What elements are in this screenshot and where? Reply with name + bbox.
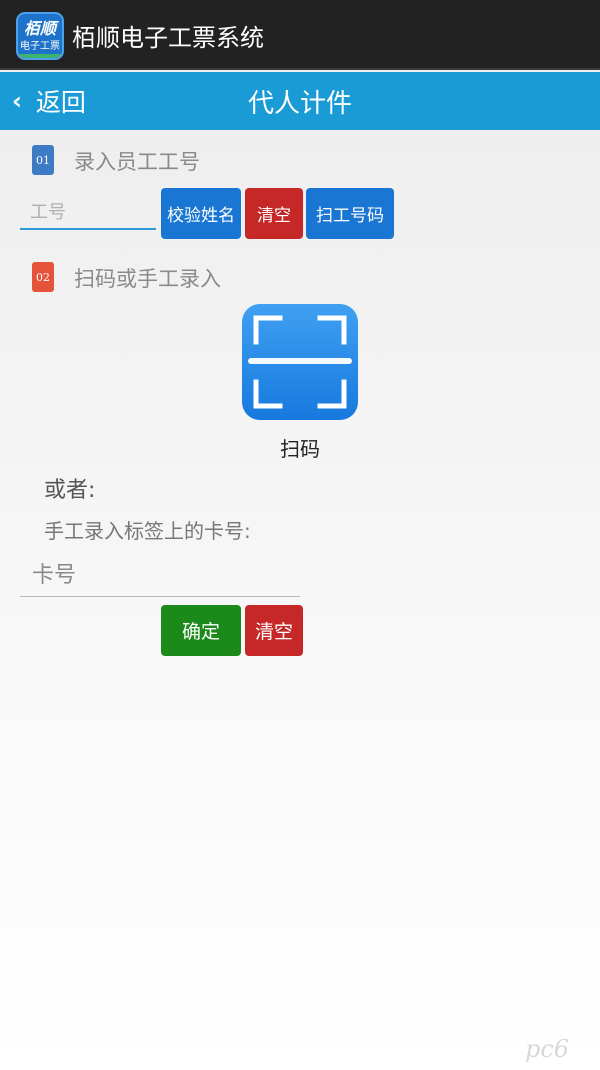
step-one-icon: 01 [32, 145, 54, 175]
scan-frame-icon [248, 315, 352, 409]
scan-employee-id-button[interactable]: 扫工号码 [306, 188, 394, 239]
verify-name-button[interactable]: 校验姓名 [161, 188, 241, 239]
navigation-bar: 代人计件 ‹ 返回 [0, 72, 600, 130]
step-two-icon: 02 [32, 262, 54, 292]
confirm-button[interactable]: 确定 [161, 605, 241, 656]
chevron-left-icon: ‹ [12, 87, 22, 115]
app-logo-text-1: 栢顺 [23, 18, 56, 38]
clear-card-button[interactable]: 清空 [245, 605, 303, 656]
employee-id-input[interactable] [20, 196, 156, 230]
back-label: 返回 [35, 88, 86, 117]
watermark-logo: pc6 [525, 1035, 570, 1063]
scan-button[interactable] [242, 304, 358, 420]
clear-employee-button[interactable]: 清空 [245, 188, 303, 239]
app-logo-icon: 栢顺 电子工票 [16, 12, 64, 60]
card-number-input[interactable] [20, 555, 300, 597]
app-logo-text-2: 电子工票 [20, 40, 60, 52]
scan-label: 扫码 [280, 437, 320, 461]
or-text: 或者: [44, 478, 96, 503]
step-one-label: 录入员工工号 [74, 150, 200, 174]
step-two-label: 扫码或手工录入 [74, 267, 221, 291]
page-title: 代人计件 [247, 88, 352, 119]
manual-entry-hint: 手工录入标签上的卡号: [44, 519, 251, 543]
back-button[interactable]: ‹ 返回 [12, 72, 86, 130]
app-titlebar: 栢顺 电子工票 栢顺电子工票系统 [0, 0, 600, 70]
app-title: 栢顺电子工票系统 [72, 24, 264, 52]
